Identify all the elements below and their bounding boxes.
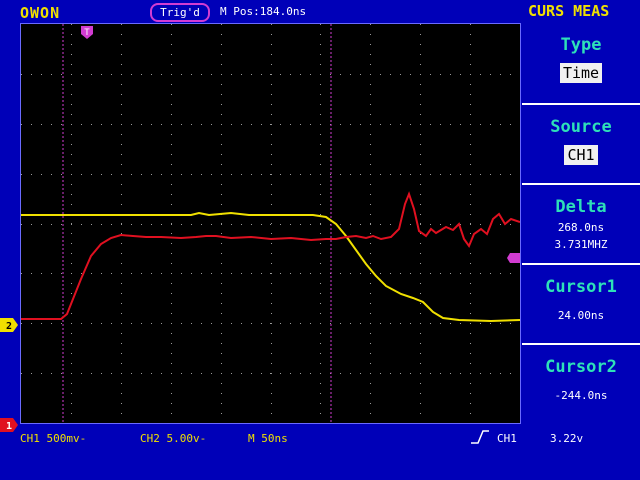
menu-cursor2-title: Cursor2 [545, 357, 617, 377]
menu-delta-time: 268.0ns [557, 221, 605, 234]
ch1-trace [21, 191, 520, 320]
trigger-level-readout: 3.22v [550, 432, 584, 445]
menu-mode-title: CURS MEAS [528, 2, 610, 20]
trigger-source-readout: CH1 [497, 432, 517, 445]
graticule: T [21, 24, 520, 423]
ch2-trace [21, 211, 520, 323]
menu-source-value: CH1 [564, 145, 598, 165]
ch1-scale-readout: CH1 500mv- [20, 432, 87, 445]
svg-text:1: 1 [6, 421, 12, 432]
ch2-scale-readout: CH2 5.00v- [140, 432, 207, 445]
menu-delta-title: Delta [555, 197, 607, 217]
menu-item-cursor2[interactable]: Cursor2 -244.0ns [522, 343, 640, 421]
ch2-offset-marker[interactable]: 2 [0, 317, 18, 336]
trigger-level-marker [507, 253, 520, 263]
menu-item-cursor1[interactable]: Cursor1 24.00ns [522, 263, 640, 341]
horizontal-position-readout: M Pos:184.0ns [220, 5, 307, 18]
menu-type-value: Time [559, 63, 603, 83]
svg-text:T: T [84, 28, 90, 38]
side-menu: Type Time Source CH1 Delta 268.0ns 3.731… [522, 23, 640, 425]
menu-item-delta[interactable]: Delta 268.0ns 3.731MHZ [522, 183, 640, 261]
timebase-readout: M 50ns [248, 432, 288, 445]
menu-item-type[interactable]: Type Time [522, 23, 640, 101]
menu-source-title: Source [550, 117, 612, 137]
rising-edge-icon [470, 429, 490, 449]
trigger-status-badge: Trig'd [150, 3, 210, 22]
ch1-offset-marker[interactable]: 1 [0, 417, 18, 436]
trigger-time-marker: T [81, 26, 93, 39]
menu-type-title: Type [560, 35, 602, 55]
menu-cursor1-title: Cursor1 [545, 277, 617, 297]
svg-text:2: 2 [6, 321, 12, 332]
waveform-display: T [20, 23, 521, 424]
menu-item-source[interactable]: Source CH1 [522, 103, 640, 181]
menu-cursor2-value: -244.0ns [554, 389, 608, 402]
menu-delta-frequency: 3.731MHZ [554, 238, 608, 251]
menu-cursor1-value: 24.00ns [557, 309, 605, 322]
brand-logo: OWON [20, 4, 61, 22]
